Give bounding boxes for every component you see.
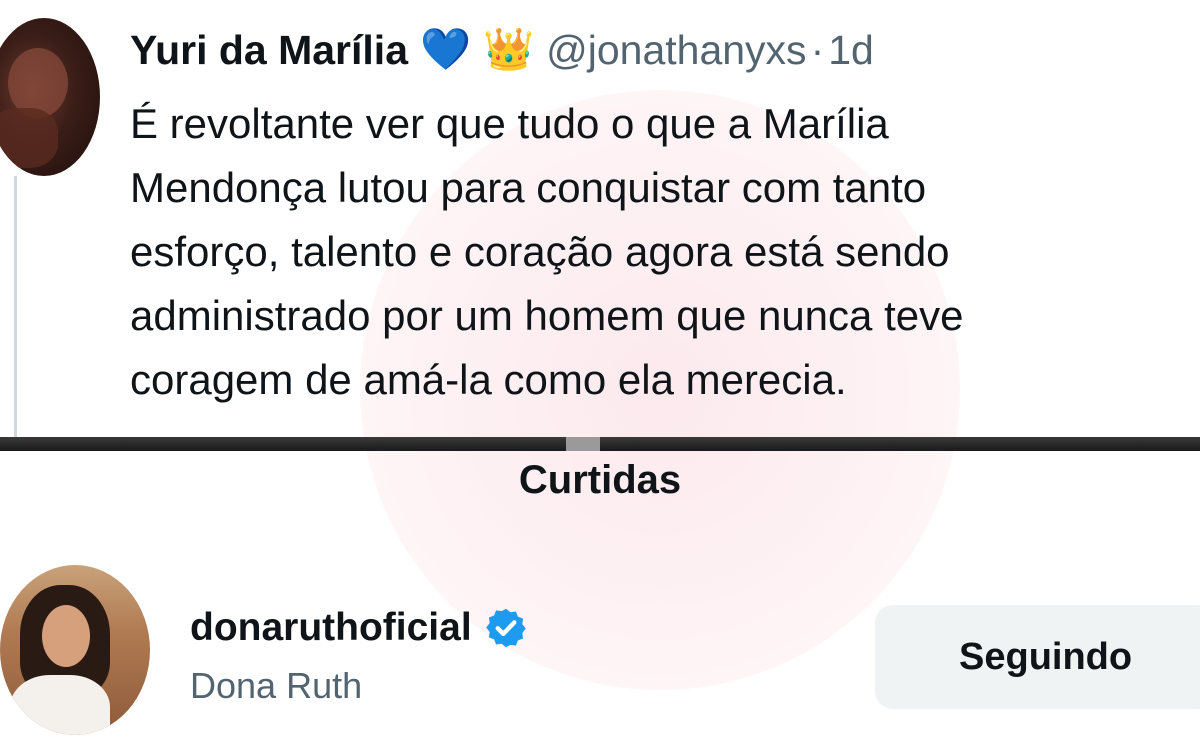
tweet-text-line: administrado por um homem que nunca teve (130, 292, 964, 339)
tweet-text-line: É revoltante ver que tudo o que a Maríli… (130, 100, 889, 147)
liker-username-row: donaruthoficial (190, 602, 528, 654)
author-avatar[interactable] (0, 18, 100, 176)
thread-line (14, 176, 17, 441)
tweet-text: É revoltante ver que tudo o que a Maríli… (130, 92, 1190, 412)
section-divider (0, 437, 1200, 451)
blue-heart-emoji: 💙 (420, 26, 472, 72)
crown-emoji: 👑 (483, 26, 535, 72)
divider-handle (566, 437, 600, 451)
separator-dot: · (810, 26, 825, 73)
author-display-name[interactable]: Yuri da Marília (130, 27, 408, 74)
tweet-text-line: Mendonça lutou para conquistar com tanto (130, 164, 927, 211)
tweet-text-line: esforço, talento e coração agora está se… (130, 228, 950, 275)
liker-avatar[interactable] (0, 565, 150, 735)
tweet-timestamp[interactable]: 1d (828, 27, 874, 74)
liker-display-name: Dona Ruth (190, 665, 363, 706)
author-handle[interactable]: @jonathanyxs (546, 27, 806, 74)
following-button[interactable]: Seguindo (875, 605, 1200, 709)
tweet-text-line: coragem de amá-la como ela merecia. (130, 356, 847, 403)
liker-username[interactable]: donaruthoficial (190, 606, 472, 650)
likes-section-title: Curtidas (518, 458, 682, 502)
tweet-header: Yuri da Marília 💙 👑 @jonathanyxs · 1d (130, 22, 874, 78)
verified-badge-icon (485, 608, 526, 648)
